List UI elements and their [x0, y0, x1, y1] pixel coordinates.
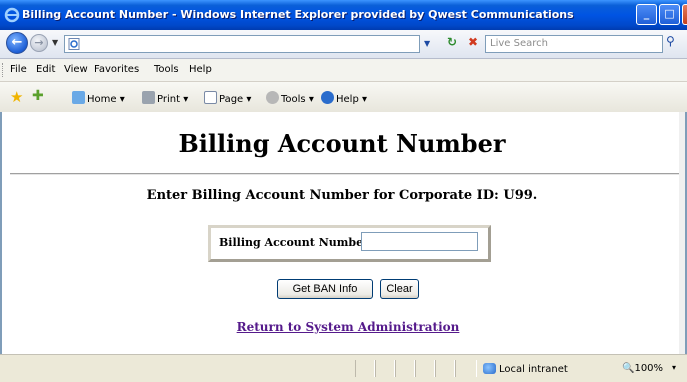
- zoom-level[interactable]: 🔍100%: [622, 363, 663, 374]
- forward-arrow-icon: →: [34, 36, 44, 49]
- tools-button[interactable]: Tools ▾: [266, 91, 314, 105]
- home-dropdown-icon[interactable]: ▾: [120, 94, 125, 105]
- back-button[interactable]: ←: [6, 32, 28, 54]
- tools-gear-icon: [266, 91, 279, 104]
- help-label: Help: [336, 94, 359, 105]
- menu-edit[interactable]: Edit: [36, 64, 55, 75]
- toolbar-grip[interactable]: [2, 63, 5, 77]
- page-button[interactable]: Page ▾: [204, 91, 251, 105]
- get-ban-info-button[interactable]: Get BAN Info: [277, 279, 373, 299]
- back-arrow-icon: ←: [11, 35, 23, 50]
- page-content: Billing Account Number Enter Billing Acc…: [0, 112, 687, 354]
- address-toolbar: ← → ▼ ▼ ↻ ✖ Live Search ⚲: [0, 30, 687, 59]
- status-segment: [355, 360, 375, 377]
- recent-pages-chevron-icon[interactable]: ▼: [52, 38, 58, 47]
- maximize-icon: □: [664, 7, 675, 20]
- security-zone[interactable]: Local intranet: [483, 363, 568, 375]
- tools-label: Tools: [281, 94, 306, 105]
- intranet-globe-icon: [483, 363, 496, 374]
- address-field[interactable]: [64, 35, 420, 53]
- menu-file[interactable]: File: [10, 64, 27, 75]
- menu-help[interactable]: Help: [189, 64, 212, 75]
- tools-dropdown-icon[interactable]: ▾: [309, 94, 314, 105]
- page-title: Billing Account Number: [178, 129, 506, 158]
- status-segment: [455, 360, 477, 377]
- menu-favorites[interactable]: Favorites: [94, 64, 139, 75]
- zoom-icon: 🔍: [622, 363, 635, 374]
- refresh-icon[interactable]: ↻: [443, 35, 461, 53]
- page-favicon-icon: [68, 38, 80, 50]
- menu-view[interactable]: View: [64, 64, 88, 75]
- forward-button[interactable]: →: [30, 34, 48, 52]
- print-dropdown-icon[interactable]: ▾: [183, 94, 188, 105]
- favorites-star-icon[interactable]: ★: [10, 88, 26, 106]
- help-icon: [321, 91, 334, 104]
- print-icon: [142, 91, 155, 104]
- menu-bar: File Edit View Favorites Tools Help: [0, 59, 687, 82]
- address-dropdown-icon[interactable]: ▼: [424, 39, 430, 48]
- zoom-dropdown-icon[interactable]: ▾: [672, 363, 676, 372]
- add-favorites-icon[interactable]: ✚: [32, 88, 48, 104]
- help-dropdown-icon[interactable]: ▾: [362, 94, 367, 105]
- minimize-button[interactable]: _: [636, 4, 657, 25]
- home-button[interactable]: Home ▾: [72, 91, 125, 105]
- window-titlebar[interactable]: Billing Account Number - Windows Interne…: [0, 0, 687, 30]
- ban-input[interactable]: [361, 232, 478, 251]
- page-label: Page: [219, 94, 244, 105]
- status-segment: [375, 360, 395, 377]
- menu-tools[interactable]: Tools: [154, 64, 179, 75]
- command-bar: ★ ✚ Home ▾ Print ▾ Page ▾ Tools ▾ Help ▾: [0, 82, 687, 113]
- search-icon[interactable]: ⚲: [666, 34, 682, 52]
- print-button[interactable]: Print ▾: [142, 91, 188, 105]
- page-dropdown-icon[interactable]: ▾: [246, 94, 251, 105]
- close-button[interactable]: [682, 4, 687, 25]
- status-segment: [435, 360, 455, 377]
- ban-label: Billing Account Number:: [219, 236, 373, 249]
- maximize-button[interactable]: □: [659, 4, 680, 25]
- stop-icon[interactable]: ✖: [464, 35, 482, 53]
- print-label: Print: [157, 94, 181, 105]
- status-bar: Local intranet 🔍100% ▾: [0, 354, 687, 382]
- window-title: Billing Account Number - Windows Interne…: [22, 8, 574, 21]
- home-icon: [72, 91, 85, 104]
- search-input[interactable]: Live Search: [485, 35, 663, 53]
- instruction-text: Enter Billing Account Number for Corpora…: [146, 188, 538, 203]
- page-icon: [204, 91, 217, 104]
- ie-logo-icon: [4, 7, 20, 23]
- search-placeholder: Live Search: [490, 38, 548, 49]
- return-to-system-administration-link[interactable]: Return to System Administration: [2, 320, 687, 334]
- ban-form-table: Billing Account Number:: [208, 225, 491, 262]
- status-segment: [395, 360, 415, 377]
- zone-label: Local intranet: [499, 364, 568, 375]
- status-segment: [415, 360, 435, 377]
- zoom-value: 100%: [634, 363, 664, 374]
- vertical-scrollbar[interactable]: [679, 112, 685, 354]
- minimize-icon: _: [643, 7, 650, 20]
- help-button[interactable]: Help ▾: [321, 91, 367, 105]
- clear-button[interactable]: Clear: [380, 279, 419, 299]
- home-label: Home: [87, 94, 117, 105]
- horizontal-rule: [10, 173, 682, 175]
